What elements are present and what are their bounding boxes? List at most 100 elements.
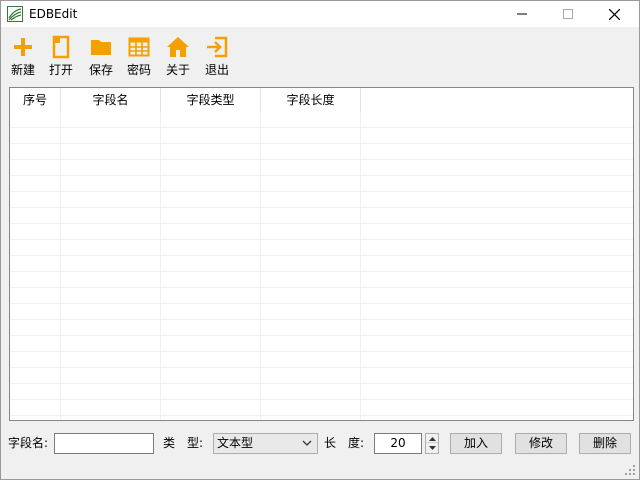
table-cell[interactable] [161, 208, 261, 224]
table-cell[interactable] [61, 384, 161, 400]
exit-button[interactable]: 退出 [201, 35, 233, 81]
table-row[interactable] [10, 336, 633, 352]
title-bar[interactable]: EDBEdit [1, 1, 639, 27]
table-cell[interactable] [10, 368, 61, 384]
table-cell[interactable] [61, 224, 161, 240]
table-cell[interactable] [161, 192, 261, 208]
table-cell[interactable] [10, 384, 61, 400]
table-cell[interactable] [261, 176, 361, 192]
table-row[interactable] [10, 400, 633, 416]
table-cell[interactable] [10, 400, 61, 416]
spin-up-button[interactable] [426, 434, 438, 443]
column-header-index[interactable]: 序号 [10, 88, 61, 112]
table-cell[interactable] [161, 240, 261, 256]
table-cell[interactable] [61, 192, 161, 208]
table-cell[interactable] [61, 320, 161, 336]
table-cell[interactable] [161, 272, 261, 288]
table-cell[interactable] [361, 160, 633, 176]
grid-body[interactable] [10, 112, 633, 420]
table-cell[interactable] [261, 144, 361, 160]
table-cell[interactable] [161, 288, 261, 304]
table-cell[interactable] [161, 144, 261, 160]
table-row[interactable] [10, 256, 633, 272]
maximize-button[interactable] [545, 1, 591, 27]
table-row[interactable] [10, 208, 633, 224]
table-cell[interactable] [161, 128, 261, 144]
table-cell[interactable] [10, 304, 61, 320]
modify-button[interactable]: 修改 [515, 433, 567, 454]
table-cell[interactable] [361, 192, 633, 208]
table-cell[interactable] [261, 352, 361, 368]
minimize-button[interactable] [499, 1, 545, 27]
table-cell[interactable] [10, 256, 61, 272]
table-cell[interactable] [10, 224, 61, 240]
table-cell[interactable] [61, 336, 161, 352]
table-cell[interactable] [361, 320, 633, 336]
table-cell[interactable] [10, 144, 61, 160]
delete-button[interactable]: 删除 [579, 433, 631, 454]
table-cell[interactable] [61, 112, 161, 128]
table-cell[interactable] [10, 272, 61, 288]
table-cell[interactable] [10, 208, 61, 224]
table-cell[interactable] [10, 240, 61, 256]
table-cell[interactable] [361, 368, 633, 384]
save-button[interactable]: 保存 [85, 35, 117, 81]
table-row[interactable] [10, 320, 633, 336]
table-cell[interactable] [261, 288, 361, 304]
table-cell[interactable] [10, 416, 61, 420]
table-cell[interactable] [261, 336, 361, 352]
table-cell[interactable] [61, 160, 161, 176]
table-cell[interactable] [10, 176, 61, 192]
table-cell[interactable] [261, 112, 361, 128]
table-cell[interactable] [361, 224, 633, 240]
table-cell[interactable] [361, 240, 633, 256]
table-cell[interactable] [261, 368, 361, 384]
table-row[interactable] [10, 352, 633, 368]
table-cell[interactable] [61, 304, 161, 320]
table-row[interactable] [10, 224, 633, 240]
table-row[interactable] [10, 192, 633, 208]
table-cell[interactable] [361, 176, 633, 192]
table-cell[interactable] [61, 416, 161, 420]
table-cell[interactable] [161, 384, 261, 400]
table-cell[interactable] [361, 352, 633, 368]
table-cell[interactable] [61, 368, 161, 384]
table-cell[interactable] [61, 128, 161, 144]
length-input[interactable]: 20 [374, 433, 422, 454]
table-cell[interactable] [10, 352, 61, 368]
field-name-input[interactable] [54, 433, 154, 454]
table-cell[interactable] [361, 400, 633, 416]
table-cell[interactable] [161, 400, 261, 416]
add-button[interactable]: 加入 [450, 433, 502, 454]
table-cell[interactable] [61, 352, 161, 368]
table-cell[interactable] [361, 272, 633, 288]
table-row[interactable] [10, 176, 633, 192]
length-spinner[interactable] [425, 433, 439, 454]
table-cell[interactable] [161, 256, 261, 272]
table-row[interactable] [10, 144, 633, 160]
table-cell[interactable] [161, 320, 261, 336]
table-cell[interactable] [261, 192, 361, 208]
table-row[interactable] [10, 384, 633, 400]
spin-down-button[interactable] [426, 444, 438, 453]
type-select[interactable]: 文本型 [213, 433, 318, 454]
table-row[interactable] [10, 272, 633, 288]
table-cell[interactable] [261, 320, 361, 336]
table-row[interactable] [10, 416, 633, 420]
table-cell[interactable] [61, 400, 161, 416]
table-cell[interactable] [161, 224, 261, 240]
table-cell[interactable] [10, 288, 61, 304]
table-cell[interactable] [361, 288, 633, 304]
table-row[interactable] [10, 240, 633, 256]
table-cell[interactable] [361, 416, 633, 420]
table-row[interactable] [10, 304, 633, 320]
table-row[interactable] [10, 112, 633, 128]
table-cell[interactable] [161, 336, 261, 352]
table-cell[interactable] [161, 416, 261, 420]
table-cell[interactable] [361, 112, 633, 128]
table-cell[interactable] [261, 208, 361, 224]
table-cell[interactable] [361, 208, 633, 224]
table-cell[interactable] [61, 272, 161, 288]
table-cell[interactable] [261, 224, 361, 240]
resize-grip-icon[interactable] [624, 464, 636, 476]
